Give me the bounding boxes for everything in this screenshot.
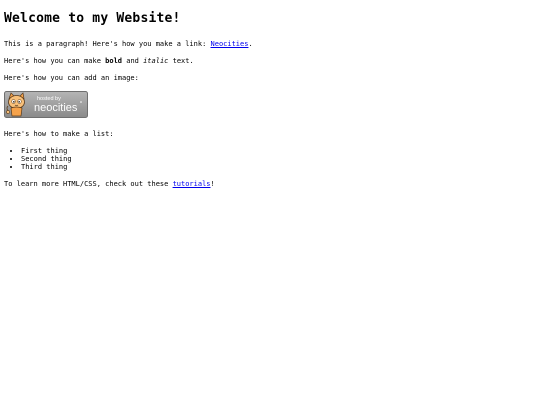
list-item: First thing (21, 147, 536, 155)
neocities-badge-image[interactable]: hosted by neocities (4, 91, 88, 118)
page-content: Welcome to my Website! This is a paragra… (0, 0, 540, 188)
badge-brand-text: neocities (34, 102, 78, 114)
tutorial-paragraph: To learn more HTML/CSS, check out these … (4, 180, 536, 188)
tutorial-paragraph-text: To learn more HTML/CSS, check out these (4, 180, 173, 188)
list-paragraph: Here's how to make a list: (4, 130, 114, 138)
format-paragraph-and: and (122, 57, 144, 65)
tutorial-paragraph-end: ! (210, 180, 215, 188)
bold-text: bold (105, 57, 123, 65)
image-paragraph: Here's how you can add an image: (4, 74, 139, 82)
page-title: Welcome to my Website! (4, 11, 181, 26)
badge-dot-icon (80, 101, 82, 103)
badge-container: hosted by neocities (4, 91, 536, 118)
italic-text: italic (143, 57, 169, 65)
link-paragraph: This is a paragraph! Here's how you make… (4, 40, 536, 48)
tutorials-link[interactable]: tutorials (173, 180, 211, 188)
link-paragraph-end: . (248, 40, 253, 48)
thing-list: First thing Second thing Third thing (4, 147, 536, 171)
list-item: Third thing (21, 163, 536, 171)
format-paragraph-end: text. (168, 57, 194, 65)
list-item: Second thing (21, 155, 536, 163)
neocities-link[interactable]: Neocities (211, 40, 249, 48)
format-paragraph: Here's how you can make bold and italic … (4, 57, 536, 65)
format-paragraph-text: Here's how you can make (4, 57, 106, 65)
link-paragraph-text: This is a paragraph! Here's how you make… (4, 40, 211, 48)
